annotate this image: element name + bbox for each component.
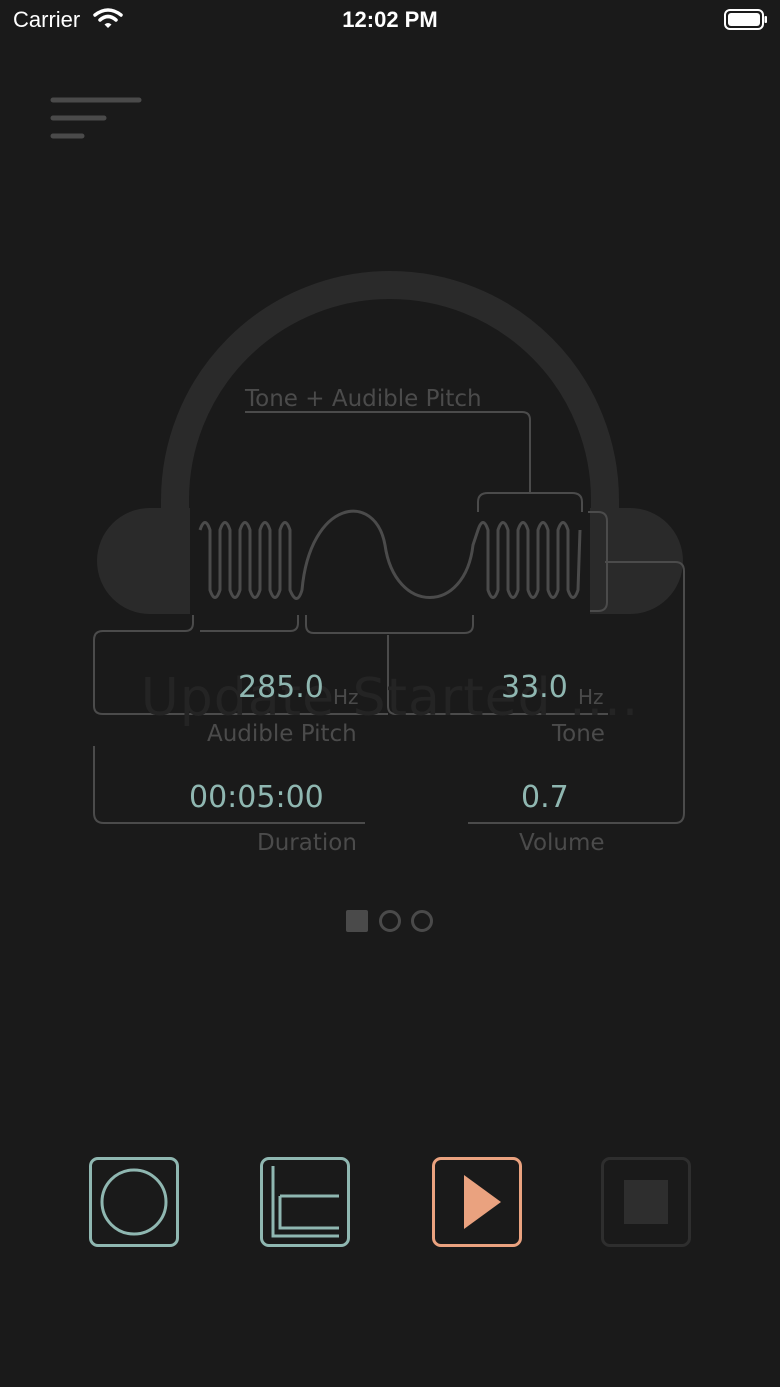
volume-field[interactable] xyxy=(480,772,620,822)
stop-icon xyxy=(624,1180,668,1224)
tone-waveform xyxy=(198,509,582,600)
page-dot-2[interactable] xyxy=(379,910,401,932)
update-started-watermark: Update Started .... xyxy=(140,668,640,728)
stop-button[interactable] xyxy=(601,1157,691,1247)
tone-label: Tone xyxy=(552,721,605,747)
tone-plus-pitch-label: Tone + Audible Pitch xyxy=(245,386,482,412)
tone-field[interactable] xyxy=(470,660,620,710)
chart-button[interactable] xyxy=(260,1157,350,1247)
volume-label: Volume xyxy=(519,830,605,856)
audible-pitch-field[interactable] xyxy=(180,660,380,710)
chart-axis-icon xyxy=(271,1166,339,1238)
audible-pitch-label: Audible Pitch xyxy=(207,721,357,747)
page-dot-3[interactable] xyxy=(411,910,433,932)
page-dot-1-active[interactable] xyxy=(346,910,368,932)
play-icon xyxy=(464,1175,501,1229)
play-button[interactable] xyxy=(432,1157,522,1247)
record-button[interactable] xyxy=(89,1157,179,1247)
headphone-diagram xyxy=(93,271,685,824)
duration-field[interactable] xyxy=(170,772,350,822)
circle-icon xyxy=(100,1168,168,1236)
duration-label: Duration xyxy=(257,830,357,856)
page-indicator xyxy=(340,908,440,938)
